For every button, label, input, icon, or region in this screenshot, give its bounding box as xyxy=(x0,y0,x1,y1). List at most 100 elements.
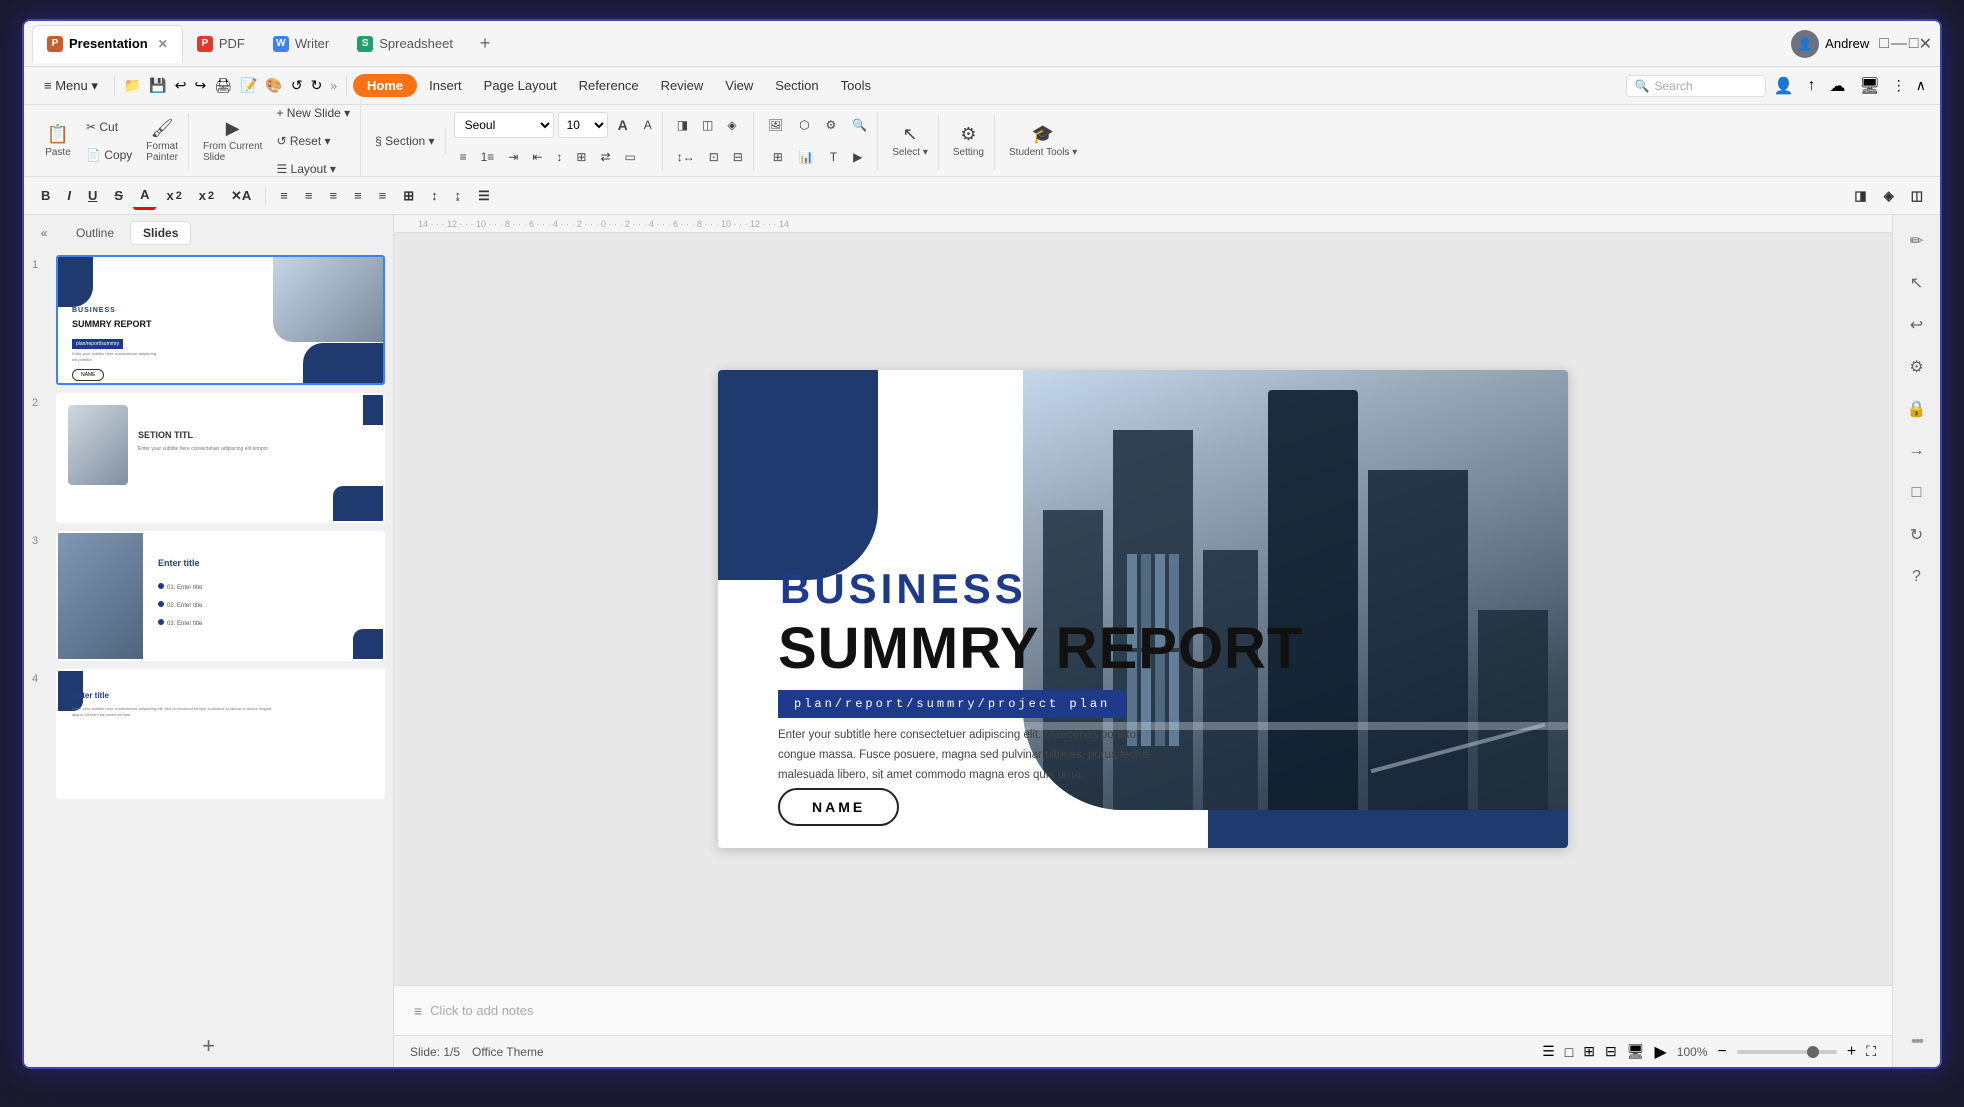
slide-thumb-img-2[interactable]: SETION TITL Enter your subtitle here con… xyxy=(56,393,385,523)
collapse-panel-button[interactable]: « xyxy=(32,221,56,245)
shape-outline2-button[interactable]: ◫ xyxy=(1904,182,1930,210)
more-dots[interactable]: ••• xyxy=(1911,1033,1922,1051)
slide-thumb-img-1[interactable]: BUSINESS SUMMRY REPORT plan/report/summr… xyxy=(56,255,385,385)
columns-button[interactable]: ⊞ xyxy=(570,144,592,170)
increase-font-button[interactable]: A xyxy=(612,112,634,138)
tools-menu-item[interactable]: Tools xyxy=(831,74,881,97)
arrange-button[interactable]: ↕↔ xyxy=(671,144,701,170)
review-menu-item[interactable]: Review xyxy=(651,74,714,97)
undo-icon[interactable]: ↩ xyxy=(172,77,190,94)
filter-button[interactable]: ⚙ xyxy=(1899,349,1935,385)
slide-canvas[interactable]: BUSINESS SUMMRY REPORT plan/report/summr… xyxy=(718,370,1568,848)
para-spacing-button[interactable]: ↨ xyxy=(448,182,469,210)
zoom-out-button[interactable]: − xyxy=(1718,1043,1727,1061)
chart-button[interactable]: 📊 xyxy=(793,144,820,170)
clear-format-button[interactable]: ✕A xyxy=(224,182,258,210)
menu-toggle[interactable]: ≡ Menu ▾ xyxy=(34,74,108,98)
arrow-button[interactable]: → xyxy=(1899,433,1935,469)
notes-area[interactable]: ≡ Click to add notes xyxy=(394,985,1892,1035)
media-button[interactable]: ▶ xyxy=(847,144,868,170)
outline-tab[interactable]: Outline xyxy=(64,222,126,244)
fullscreen-button[interactable]: ⛶ xyxy=(1866,1043,1876,1060)
group-button[interactable]: ⊡ xyxy=(703,144,725,170)
italic-button[interactable]: I xyxy=(60,182,78,210)
collapse-ribbon-icon[interactable]: ∧ xyxy=(1912,77,1930,94)
window-maximize-button[interactable]: □ xyxy=(1909,35,1919,53)
zoom-slider[interactable] xyxy=(1737,1050,1837,1054)
view-grid-button[interactable]: ⊞ xyxy=(1583,1043,1595,1060)
list-button[interactable]: ☰ xyxy=(471,182,497,210)
shape-effects-button[interactable]: ◈ xyxy=(721,112,742,138)
page-layout-menu-item[interactable]: Page Layout xyxy=(474,74,567,97)
account-icon[interactable]: 👤 xyxy=(1768,76,1800,96)
bold-button[interactable]: B xyxy=(34,182,57,210)
slide-thumb-3[interactable]: 3 Enter title 01. Enter title 02. Enter … xyxy=(32,531,385,661)
section-button[interactable]: § Section ▾ xyxy=(369,128,440,154)
rotate-tool-button[interactable]: ↩ xyxy=(1899,307,1935,343)
text-direction-button[interactable]: ⇄ xyxy=(594,144,616,170)
align-center-button[interactable]: ≡ xyxy=(298,182,320,210)
redo-icon[interactable]: ↪ xyxy=(191,77,209,94)
tab-presentation-close[interactable]: ✕ xyxy=(158,37,168,51)
from-current-slide-button[interactable]: ▶ From CurrentSlide xyxy=(197,113,268,169)
tab-spreadsheet[interactable]: S Spreadsheet xyxy=(343,25,467,63)
superscript-button[interactable]: x2 xyxy=(159,182,188,210)
tab-writer[interactable]: W Writer xyxy=(259,25,343,63)
line-height-button[interactable]: ↕ xyxy=(424,182,445,210)
align-button[interactable]: ⊟ xyxy=(727,144,749,170)
setting-button[interactable]: ⚙ Setting xyxy=(947,113,990,169)
shape-insert-button[interactable]: ⬡ xyxy=(793,112,815,138)
add-slide-button[interactable]: + xyxy=(24,1025,393,1067)
justify-button[interactable]: ≡ xyxy=(347,182,369,210)
share-icon[interactable]: ↑ xyxy=(1801,77,1821,95)
line-spacing-button[interactable]: ↕ xyxy=(550,144,568,170)
slide-thumb-1[interactable]: 1 BUSINESS SUMMRY REPORT plan/report/sum… xyxy=(32,255,385,385)
smartart-button[interactable]: ⚙ xyxy=(820,112,843,138)
add-tab-button[interactable]: + xyxy=(471,30,499,58)
align-right-button[interactable]: ≡ xyxy=(322,182,344,210)
view-normal-button[interactable]: □ xyxy=(1565,1044,1573,1060)
window-sidebar-button[interactable]: □ xyxy=(1879,35,1889,53)
reference-menu-item[interactable]: Reference xyxy=(569,74,649,97)
student-tools-button[interactable]: 🎓 Student Tools ▾ xyxy=(1003,113,1083,169)
more-icon[interactable]: » xyxy=(327,79,340,93)
spell-icon[interactable]: 📝 xyxy=(237,77,260,94)
font-color-button[interactable]: A xyxy=(133,182,156,210)
multi-shape-button[interactable]: ◈ xyxy=(1877,182,1901,210)
format-painter-button[interactable]: 🖌 FormatPainter xyxy=(140,113,184,169)
strikethrough-button[interactable]: S xyxy=(107,182,130,210)
shape-outline-button[interactable]: ◫ xyxy=(696,112,719,138)
shape-fill-button[interactable]: ◨ xyxy=(671,112,694,138)
pencil-tool-button[interactable]: ✏ xyxy=(1899,223,1935,259)
cut-button[interactable]: ✂ Cut xyxy=(80,114,138,140)
bullet-list-button[interactable]: ≡ xyxy=(454,144,473,170)
font-size-select[interactable]: 10 12 14 xyxy=(558,112,608,138)
text-col-button[interactable]: ⊞ xyxy=(396,182,421,210)
view-column-button[interactable]: ⊟ xyxy=(1605,1043,1617,1060)
view-list-button[interactable]: ☰ xyxy=(1542,1043,1555,1060)
monitor-icon[interactable]: 🖥 xyxy=(1853,76,1885,96)
select-button[interactable]: ↖ Select ▾ xyxy=(886,113,934,169)
undo2-icon[interactable]: ↺ xyxy=(288,77,306,94)
slide-thumb-img-3[interactable]: Enter title 01. Enter title 02. Enter ti… xyxy=(56,531,385,661)
paint-icon[interactable]: 🎨 xyxy=(262,77,285,94)
new-slide-button[interactable]: + New Slide ▾ xyxy=(270,100,356,126)
help-button[interactable]: ? xyxy=(1899,559,1935,595)
lock-button[interactable]: 🔒 xyxy=(1899,391,1935,427)
outdent-button[interactable]: ⇤ xyxy=(526,144,548,170)
slides-tab[interactable]: Slides xyxy=(130,221,191,245)
numbered-list-button[interactable]: 1≡ xyxy=(475,144,501,170)
home-menu-item[interactable]: Home xyxy=(353,74,417,97)
slide-thumb-4[interactable]: 4 Enter title Enter your subtitle here c… xyxy=(32,669,385,799)
more-menu-icon[interactable]: ⋮ xyxy=(1888,77,1910,94)
align-left-button[interactable]: ≡ xyxy=(273,182,295,210)
slide-thumb-2[interactable]: 2 SETION TITL Enter your subtitle here c… xyxy=(32,393,385,523)
decrease-font-button[interactable]: A xyxy=(638,112,658,138)
new-file-icon[interactable]: 📁 xyxy=(121,77,144,94)
share-sidebar-button[interactable]: ↻ xyxy=(1899,517,1935,553)
view-menu-item[interactable]: View xyxy=(715,74,763,97)
cloud-icon[interactable]: ☁ xyxy=(1823,76,1851,96)
text-box-button[interactable]: ▭ xyxy=(619,144,642,170)
paste-button[interactable]: 📋 Paste xyxy=(38,113,78,169)
window-close-button[interactable]: ✕ xyxy=(1919,34,1932,54)
